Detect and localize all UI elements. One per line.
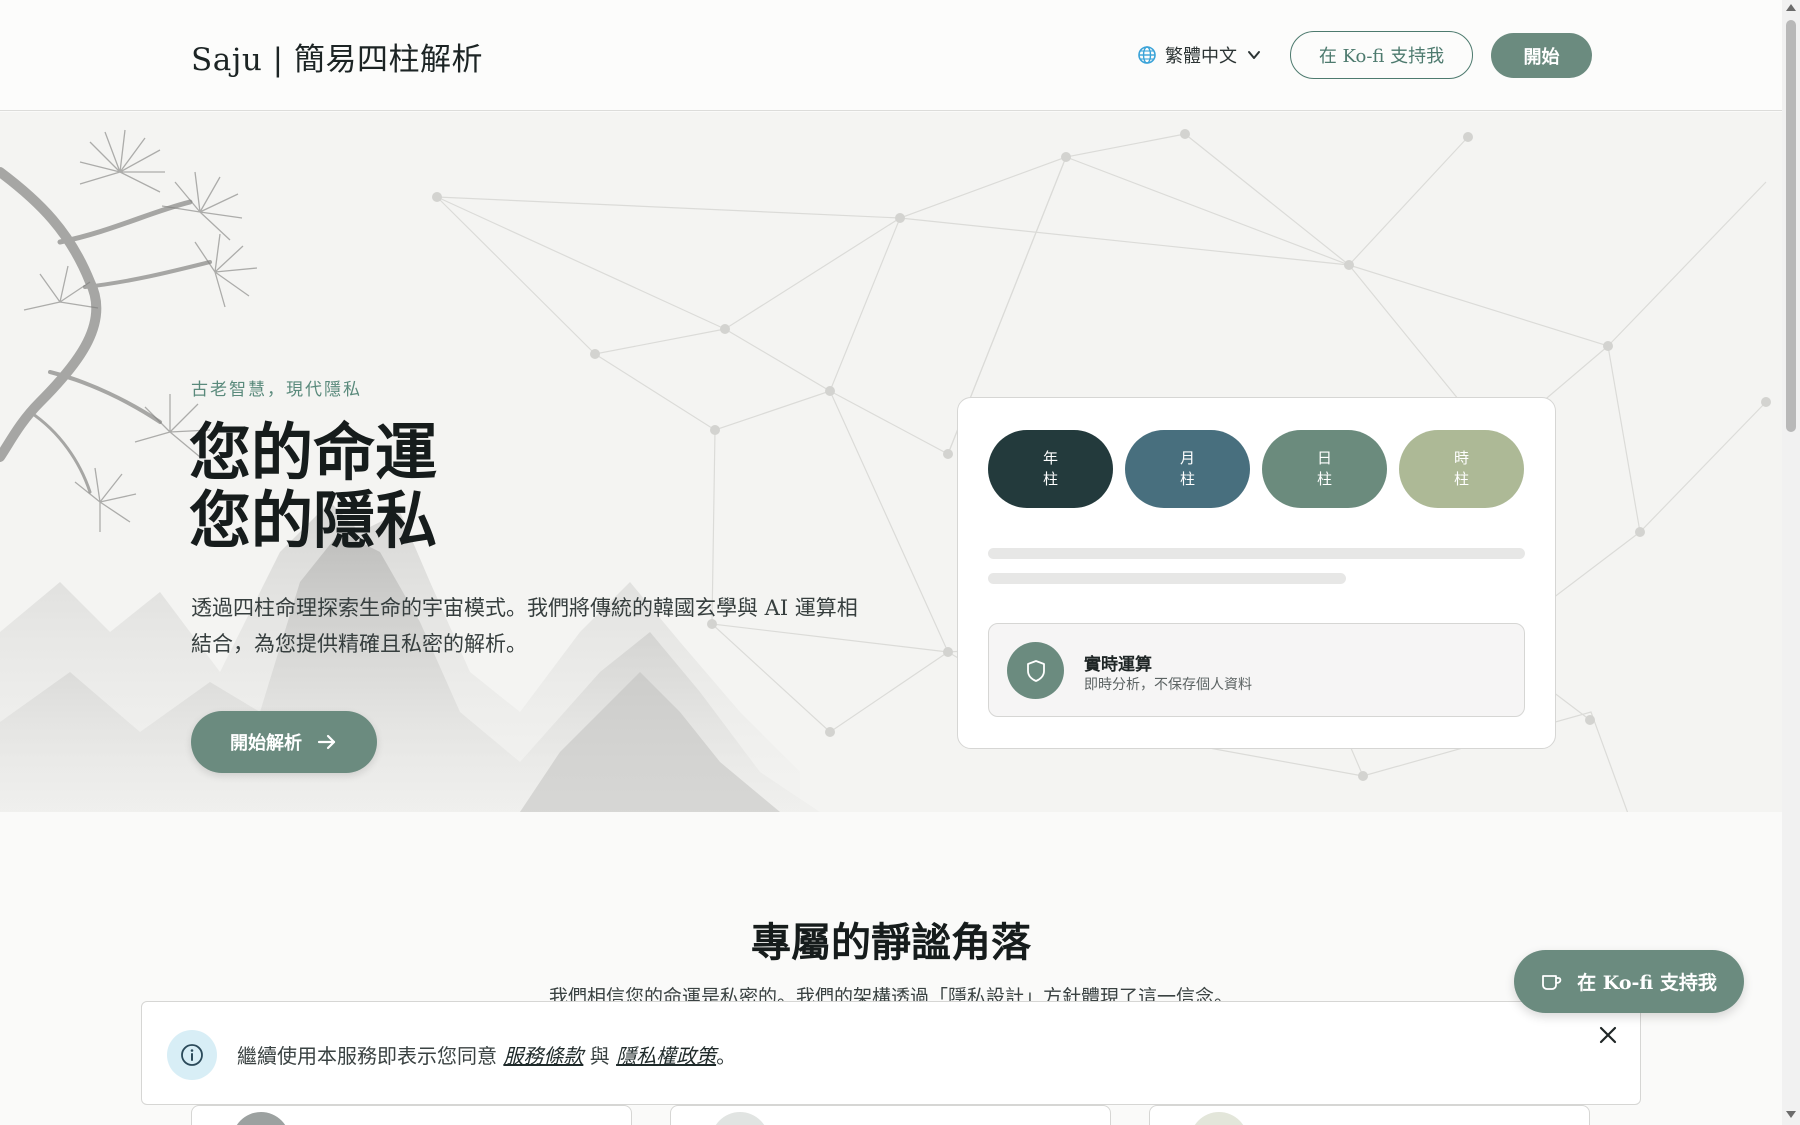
skeleton-line [988, 573, 1346, 584]
page-scrollbar[interactable] [1782, 0, 1800, 1125]
globe-icon [1138, 46, 1156, 64]
pillar-label-bottom: 柱 [1179, 470, 1195, 488]
feature-icon [232, 1112, 290, 1125]
info-icon [167, 1030, 217, 1080]
scroll-thumb[interactable] [1786, 20, 1796, 432]
shield-icon [1007, 642, 1064, 699]
pillar-label-top: 年 [1042, 449, 1058, 467]
language-selector[interactable]: 繁體中文 [1137, 42, 1263, 68]
pillar-label-bottom: 柱 [1453, 470, 1469, 488]
pillar-label-top: 月 [1179, 449, 1195, 467]
feature-icon [711, 1112, 769, 1125]
terms-suffix: 。 [716, 1044, 737, 1068]
start-analysis-button[interactable]: 開始解析 [191, 711, 377, 773]
chevron-down-icon [1248, 51, 1260, 59]
close-icon[interactable] [1595, 1022, 1621, 1048]
section-title: 專屬的靜謐角落 [751, 919, 1031, 966]
terms-prefix: 繼續使用本服務即表示您同意 [237, 1044, 504, 1068]
floating-kofi-label: 在 Ko-fi 支持我 [1577, 972, 1717, 994]
four-pillars-preview-card: 年 柱 月 柱 日 柱 時 柱 實時運算 即時分析，不保存個人資料 [957, 397, 1556, 749]
coffee-cup-icon [1542, 974, 1562, 990]
floating-kofi-button[interactable]: 在 Ko-fi 支持我 [1514, 950, 1744, 1013]
pillar-label-bottom: 柱 [1316, 470, 1332, 488]
terms-of-service-link[interactable]: 服務條款 [503, 1044, 583, 1068]
feature-card [1149, 1105, 1590, 1125]
hero-tagline: 古老智慧，現代隱私 [191, 380, 362, 400]
terms-text: 繼續使用本服務即表示您同意 服務條款 與 隱私權政策。 [237, 1040, 736, 1069]
pillar-label-top: 日 [1316, 449, 1332, 467]
compute-subtitle: 即時分析，不保存個人資料 [1084, 677, 1252, 693]
pillar-label-bottom: 柱 [1042, 470, 1058, 488]
feature-icon [1190, 1112, 1248, 1125]
realtime-compute-box: 實時運算 即時分析，不保存個人資料 [988, 623, 1525, 717]
language-label: 繁體中文 [1165, 46, 1237, 67]
year-pillar[interactable]: 年 柱 [988, 430, 1113, 508]
terms-notice-bar: 繼續使用本服務即表示您同意 服務條款 與 隱私權政策。 [141, 1001, 1641, 1105]
hour-pillar[interactable]: 時 柱 [1399, 430, 1524, 508]
brand-logo[interactable]: Saju | 簡易四柱解析 [191, 34, 483, 79]
feature-card [191, 1105, 632, 1125]
hero-section: 古老智慧，現代隱私 您的命運 您的隱私 透過四柱命理探索生命的宇宙模式。我們將傳… [0, 112, 1782, 812]
month-pillar[interactable]: 月 柱 [1125, 430, 1250, 508]
page: Saju | 簡易四柱解析 繁體中文 在 Ko-fi 支持我 開始 古老智慧，現… [0, 0, 1782, 1125]
skeleton-line [988, 548, 1525, 559]
feature-card [670, 1105, 1111, 1125]
kofi-support-button[interactable]: 在 Ko-fi 支持我 [1290, 31, 1473, 79]
scroll-down-arrow[interactable] [1786, 1111, 1796, 1118]
terms-middle: 與 [583, 1044, 617, 1068]
headline-line-1: 您的命運 [189, 416, 438, 489]
hero-description: 透過四柱命理探索生命的宇宙模式。我們將傳統的韓國玄學與 AI 運算相結合，為您提… [191, 596, 858, 656]
compute-title: 實時運算 [1084, 655, 1152, 675]
hero-headline: 您的命運 您的隱私 [189, 419, 437, 555]
start-analysis-label: 開始解析 [230, 733, 302, 754]
pillar-label-top: 時 [1453, 449, 1469, 467]
day-pillar[interactable]: 日 柱 [1262, 430, 1387, 508]
top-nav: Saju | 簡易四柱解析 繁體中文 在 Ko-fi 支持我 開始 [0, 0, 1782, 111]
scroll-up-arrow[interactable] [1786, 4, 1796, 11]
arrow-right-icon [317, 734, 336, 750]
start-button[interactable]: 開始 [1491, 33, 1592, 78]
headline-line-2: 您的隱私 [189, 484, 438, 557]
privacy-policy-link[interactable]: 隱私權政策 [616, 1044, 716, 1068]
pillars-row: 年 柱 月 柱 日 柱 時 柱 [988, 430, 1524, 508]
